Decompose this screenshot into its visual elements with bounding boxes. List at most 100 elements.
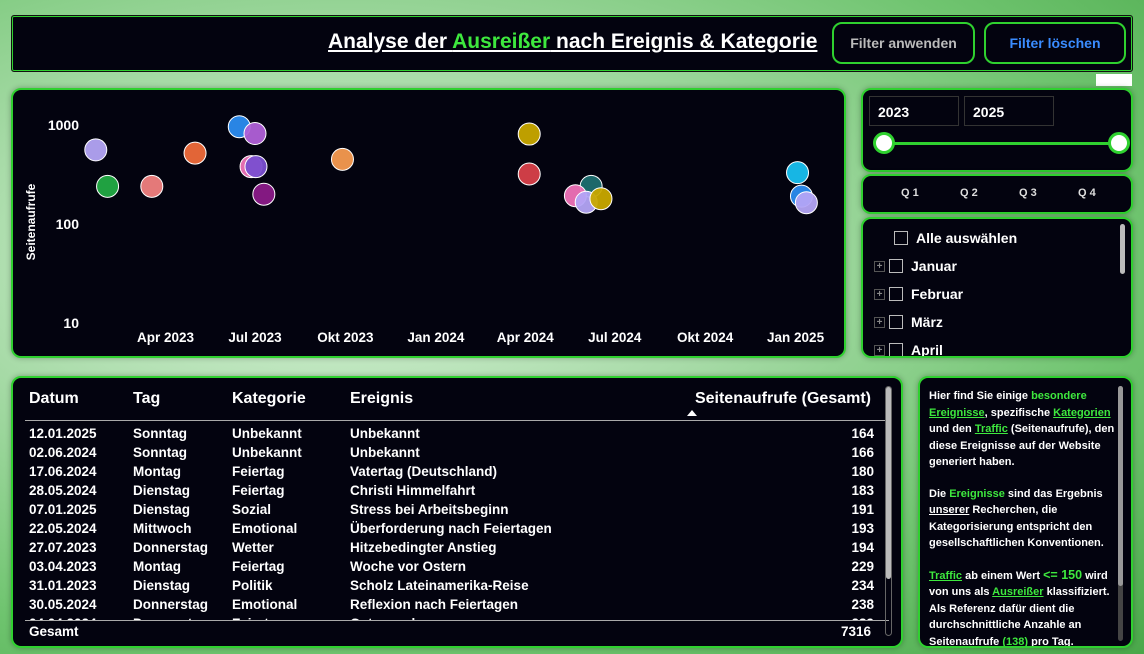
- expand-icon[interactable]: +: [874, 316, 885, 328]
- table-cell: 194: [851, 540, 874, 555]
- total-value: 7316: [840, 624, 871, 639]
- quarter-q1-button[interactable]: Q 1: [901, 187, 919, 199]
- checkbox[interactable]: [889, 343, 903, 356]
- scatter-point[interactable]: [252, 182, 276, 206]
- month-item-maerz[interactable]: + März: [874, 312, 943, 332]
- scatter-point[interactable]: [330, 147, 354, 171]
- table-cell: 27.07.2023: [29, 540, 97, 555]
- table-cell: Feiertag: [232, 464, 285, 479]
- table-cell: 02.06.2024: [29, 445, 97, 460]
- header-divider: [25, 420, 889, 421]
- table-cell: Feiertag: [232, 559, 285, 574]
- month-item-januar[interactable]: + Januar: [874, 256, 957, 276]
- column-header-datum[interactable]: Datum: [29, 390, 79, 408]
- table-cell: Emotional: [232, 521, 298, 536]
- table-row[interactable]: 28.05.2024 Dienstag Feiertag Christi Himmel…: [13, 482, 893, 501]
- quarter-q2-button[interactable]: Q 2: [960, 187, 978, 199]
- table-cell: 07.01.2025: [29, 502, 97, 517]
- scatter-point[interactable]: [786, 161, 810, 185]
- y-tick-label: 100: [56, 216, 80, 232]
- column-header-seitenaufrufe[interactable]: Seitenaufrufe (Gesamt): [695, 390, 871, 408]
- info-text: Hier find Sie einige besondere Ereigniss…: [929, 390, 1115, 648]
- x-tick-label: Jan 2024: [407, 330, 465, 345]
- table-cell: Wetter: [232, 540, 274, 555]
- table-scrollbar[interactable]: [885, 386, 892, 636]
- checkbox[interactable]: [894, 231, 908, 245]
- year-slider-start-handle[interactable]: [873, 132, 895, 154]
- table-cell: Dienstag: [133, 502, 191, 517]
- table-cell: Hitzebedingter Anstieg: [350, 540, 497, 555]
- scatter-point[interactable]: [84, 138, 108, 162]
- column-header-tag[interactable]: Tag: [133, 390, 160, 408]
- x-tick-label: Jul 2024: [588, 330, 642, 345]
- checkbox[interactable]: [889, 287, 903, 301]
- year-slider-end-handle[interactable]: [1108, 132, 1130, 154]
- year-slider-track[interactable]: [883, 142, 1119, 145]
- scatter-point[interactable]: [243, 122, 267, 146]
- scatter-chart[interactable]: 1000 100 10 Seitenaufrufe Apr 2023 Jul 2023 Ok…: [13, 90, 844, 356]
- expand-icon[interactable]: +: [874, 260, 885, 272]
- month-item-select-all[interactable]: Alle auswählen: [894, 228, 1017, 248]
- sort-ascending-icon: [687, 410, 697, 416]
- month-slicer: Alle auswählen + Januar + Februar + März + A…: [861, 217, 1133, 358]
- table-row[interactable]: 31.01.2023 Dienstag Politik Scholz Lateinam…: [13, 577, 893, 596]
- scatter-point[interactable]: [517, 122, 541, 146]
- table-row[interactable]: 03.04.2023 Montag Feiertag Woche vor Ostern…: [13, 558, 893, 577]
- table-row[interactable]: 17.06.2024 Montag Feiertag Vatertag (Deutsc…: [13, 463, 893, 482]
- month-item-april[interactable]: + April: [874, 340, 943, 356]
- scatter-point[interactable]: [244, 155, 268, 179]
- table-row[interactable]: 12.01.2025 Sonntag Unbekannt Unbekannt 164: [13, 425, 893, 444]
- table-row[interactable]: 22.05.2024 Mittwoch Emotional Überforderung…: [13, 520, 893, 539]
- table-cell: 30.05.2024: [29, 597, 97, 612]
- table-cell: 180: [851, 464, 874, 479]
- checkbox[interactable]: [889, 259, 903, 273]
- table-cell: Vatertag (Deutschland): [350, 464, 498, 479]
- table-cell: Donnerstag: [133, 540, 209, 555]
- table-cell: Politik: [232, 578, 273, 593]
- clear-filter-button[interactable]: Filter löschen: [984, 22, 1126, 64]
- table-cell: 238: [851, 597, 874, 612]
- table-scroll-thumb[interactable]: [886, 387, 891, 579]
- scatter-point[interactable]: [96, 174, 120, 198]
- column-header-kategorie[interactable]: Kategorie: [232, 390, 306, 408]
- table-row[interactable]: 02.06.2024 Sonntag Unbekannt Unbekannt 166: [13, 444, 893, 463]
- info-scroll-thumb[interactable]: [1118, 386, 1123, 586]
- expand-icon[interactable]: +: [874, 344, 885, 356]
- column-header-ereignis[interactable]: Ereignis: [350, 390, 413, 408]
- info-scrollbar[interactable]: [1118, 386, 1123, 641]
- apply-filter-button[interactable]: Filter anwenden: [832, 22, 975, 64]
- month-item-februar[interactable]: + Februar: [874, 284, 963, 304]
- table-row[interactable]: 07.01.2025 Dienstag Sozial Stress bei Arbei…: [13, 501, 893, 520]
- x-tick-label: Jan 2025: [767, 330, 825, 345]
- scatter-point[interactable]: [183, 141, 207, 165]
- table-cell: Emotional: [232, 597, 298, 612]
- table-cell: 191: [851, 502, 874, 517]
- quarter-q3-button[interactable]: Q 3: [1019, 187, 1037, 199]
- y-tick-label: 1000: [48, 117, 79, 133]
- table-cell: Reflexion nach Feiertagen: [350, 597, 519, 612]
- scatter-point[interactable]: [589, 187, 613, 211]
- expand-icon[interactable]: +: [874, 288, 885, 300]
- table-row[interactable]: 27.07.2023 Donnerstag Wetter Hitzebedingter…: [13, 539, 893, 558]
- page-title: Analyse der Ausreißer nach Ereignis & Ka…: [328, 30, 818, 53]
- month-scrollbar[interactable]: [1120, 224, 1125, 274]
- table-row[interactable]: 30.05.2024 Donnerstag Emotional Reflexion n…: [13, 596, 893, 615]
- scatter-point[interactable]: [794, 191, 818, 215]
- scatter-point[interactable]: [517, 162, 541, 186]
- scatter-chart-panel[interactable]: 1000 100 10 Seitenaufrufe Apr 2023 Jul 2023 Ok…: [11, 88, 846, 358]
- total-divider: [25, 620, 889, 621]
- table-cell: 28.05.2024: [29, 483, 97, 498]
- year-to-field[interactable]: 2025: [964, 96, 1054, 126]
- quarter-q4-button[interactable]: Q 4: [1078, 187, 1096, 199]
- header-bar: Analyse der Ausreißer nach Ereignis & Ka…: [11, 15, 1133, 72]
- x-tick-label: Okt 2024: [677, 330, 734, 345]
- table-cell: Scholz Lateinamerika-Reise: [350, 578, 529, 593]
- total-label: Gesamt: [29, 624, 79, 639]
- table-cell: Überforderung nach Feiertagen: [350, 521, 552, 536]
- table-cell: Sozial: [232, 502, 272, 517]
- scatter-point[interactable]: [140, 174, 164, 198]
- checkbox[interactable]: [889, 315, 903, 329]
- year-slicer[interactable]: 2023 2025: [861, 88, 1133, 172]
- year-from-field[interactable]: 2023: [869, 96, 959, 126]
- table-cell: 17.06.2024: [29, 464, 97, 479]
